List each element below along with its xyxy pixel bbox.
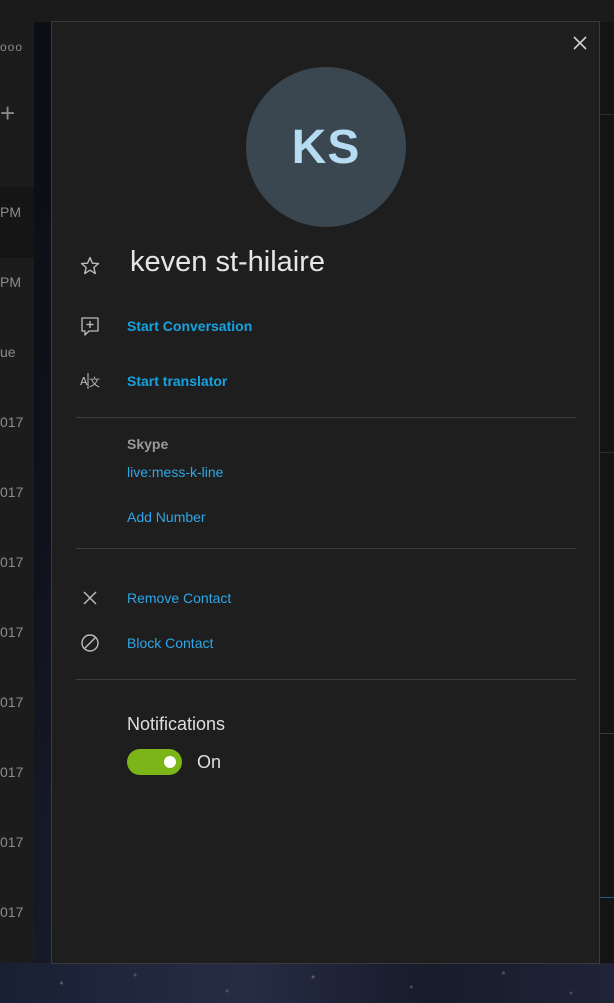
star-outline-icon (80, 256, 100, 275)
list-item-time: 017 (0, 554, 24, 570)
divider (600, 114, 614, 115)
divider (76, 548, 576, 549)
close-icon (573, 36, 587, 50)
list-item-time: 017 (0, 414, 24, 430)
app-window: ooo + PM PM ue 017 017 017 017 017 017 0… (0, 0, 614, 1003)
remove-contact-link[interactable]: Remove Contact (127, 590, 231, 606)
svg-text:文: 文 (89, 375, 100, 389)
add-icon[interactable]: + (0, 100, 15, 126)
divider (76, 679, 576, 680)
list-item-time: PM (0, 274, 21, 290)
divider (600, 897, 614, 898)
close-button[interactable] (569, 32, 591, 54)
title-bar (0, 0, 614, 22)
list-item-time: 017 (0, 834, 24, 850)
divider (600, 733, 614, 734)
chat-add-icon (78, 314, 102, 338)
list-item-time: 017 (0, 694, 24, 710)
more-options-icon[interactable]: ooo (0, 40, 22, 54)
desktop-wallpaper (0, 963, 614, 1003)
skype-id-link[interactable]: live:mess-k-line (127, 464, 223, 480)
start-conversation-link[interactable]: Start Conversation (127, 318, 252, 334)
favorite-button[interactable] (78, 254, 102, 278)
block-icon (78, 631, 102, 655)
list-item-time: 017 (0, 904, 24, 920)
add-number-link[interactable]: Add Number (127, 509, 206, 525)
contact-name: keven st-hilaire (130, 246, 326, 278)
toggle-knob (164, 756, 176, 768)
start-translator-link[interactable]: Start translator (127, 373, 227, 389)
divider (600, 452, 614, 453)
svg-text:A: A (80, 375, 88, 388)
list-item-time: PM (0, 204, 21, 220)
list-item-time: 017 (0, 484, 24, 500)
translator-icon: A 文 (78, 369, 102, 393)
chat-area-background (600, 22, 614, 966)
contact-profile-panel: KS keven st-hilaire Start Conversation A… (51, 21, 600, 964)
list-item-time: ue (0, 344, 16, 360)
notifications-toggle[interactable] (127, 749, 182, 775)
remove-icon (78, 586, 102, 610)
list-item-time: 017 (0, 624, 24, 640)
list-item-time: 017 (0, 764, 24, 780)
avatar: KS (246, 67, 406, 227)
notifications-state: On (197, 752, 222, 772)
divider (76, 417, 576, 418)
notifications-label: Notifications (127, 714, 226, 734)
block-contact-link[interactable]: Block Contact (127, 635, 213, 651)
list-items-card (0, 258, 34, 965)
skype-label: Skype (127, 436, 169, 452)
